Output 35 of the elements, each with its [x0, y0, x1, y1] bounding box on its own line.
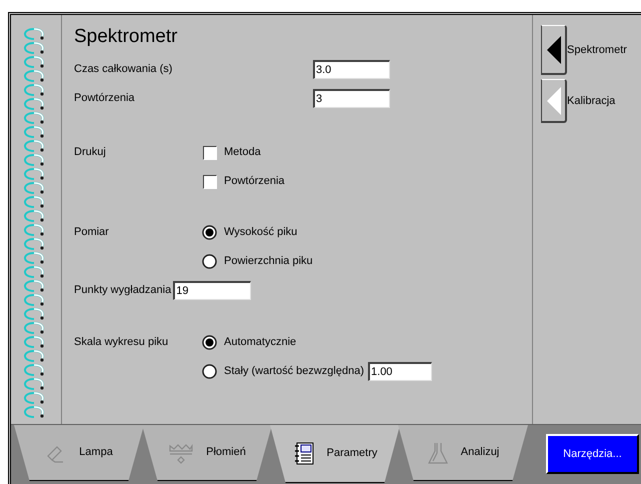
section-title: Spektrometr	[74, 26, 178, 48]
notebook-icon	[292, 442, 315, 466]
tools-button[interactable]: Narzędzia...	[546, 434, 639, 474]
checkbox-label: Powtórzenia	[224, 174, 285, 190]
radio-label: Wysokość piku	[224, 225, 298, 240]
input-field[interactable]: 3.0	[313, 60, 390, 79]
side-nav-button[interactable]: Kalibracja	[541, 79, 616, 123]
field-label: Czas całkowania (s)	[74, 62, 174, 78]
radio-label: Stały (wartość bezwzględna)	[224, 364, 364, 380]
triangle-icon	[546, 36, 560, 64]
tab[interactable]: Analizuj	[398, 425, 528, 481]
checkbox[interactable]	[203, 174, 217, 188]
flask-icon	[426, 440, 449, 464]
field-label: Drukuj	[74, 146, 106, 158]
radio-button[interactable]	[202, 364, 217, 379]
field-label: Skala wykresu piku	[74, 336, 168, 348]
tab[interactable]: Płomień	[142, 425, 272, 481]
input-field[interactable]: 1.00	[368, 362, 432, 381]
radio-button[interactable]	[202, 225, 217, 240]
tab[interactable]: Lampa	[14, 425, 144, 481]
radio-label: Powierzchnia piku	[224, 254, 313, 270]
checkbox-label: Metoda	[224, 145, 261, 160]
burner-icon	[168, 442, 194, 464]
radio-button[interactable]	[202, 254, 217, 269]
input-field[interactable]: 19	[173, 280, 252, 300]
field-label: Powtórzenia	[74, 91, 136, 106]
input-field[interactable]: 3	[313, 89, 390, 108]
field-label: Pomiar	[74, 226, 109, 238]
triangle-icon	[546, 86, 560, 114]
field-label: Punkty wygładzania	[74, 282, 172, 298]
radio-label: Automatycznie	[224, 335, 296, 350]
tab[interactable]: Parametry	[270, 425, 400, 483]
checkbox[interactable]	[203, 146, 217, 160]
side-nav-button[interactable]: Spektrometr	[541, 25, 627, 75]
radio-button[interactable]	[202, 335, 217, 350]
